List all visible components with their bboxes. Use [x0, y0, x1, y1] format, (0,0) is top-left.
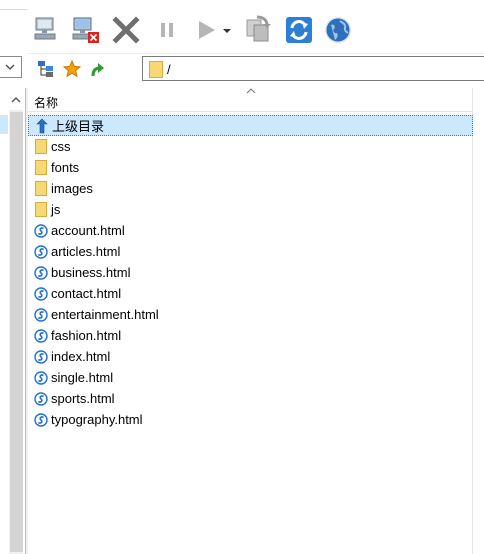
folder-icon	[149, 61, 163, 78]
toolbar	[28, 9, 484, 53]
address-bar: /	[28, 54, 484, 84]
connect-icon	[34, 17, 56, 40]
file-name: fashion.html	[51, 328, 122, 343]
disconnect-icon	[72, 17, 99, 43]
sort-ascending-icon	[246, 88, 256, 94]
file-name: js	[51, 202, 61, 217]
globe-icon	[325, 17, 351, 43]
pause-icon	[161, 23, 173, 37]
parent-directory-button[interactable]	[86, 58, 108, 80]
file-row[interactable]: sports.html	[28, 388, 473, 409]
play-button[interactable]	[190, 14, 222, 46]
file-rows: 上级目录 css fonts images js account.html articles…	[28, 115, 473, 430]
file-name: account.html	[51, 223, 125, 238]
play-icon	[199, 21, 215, 39]
left-selected-row[interactable]	[0, 115, 8, 134]
file-list: 名称 上级目录 css fonts images js account.html artic…	[28, 88, 484, 554]
parent-directory-row[interactable]: 上级目录	[28, 115, 473, 136]
connect-button[interactable]	[32, 14, 64, 46]
file-name: css	[51, 139, 71, 154]
html-file-icon	[34, 286, 48, 302]
file-name: business.html	[51, 265, 131, 280]
file-row[interactable]: fashion.html	[28, 325, 473, 346]
file-row[interactable]: account.html	[28, 220, 473, 241]
folder-row[interactable]: css	[28, 136, 473, 157]
column-header-name: 名称	[34, 96, 59, 110]
folder-row[interactable]: js	[28, 199, 473, 220]
html-file-icon	[34, 412, 48, 428]
folder-icon	[34, 160, 48, 176]
file-name: sports.html	[51, 391, 115, 406]
column-header[interactable]: 名称	[28, 88, 473, 112]
file-name: images	[51, 181, 93, 196]
refresh-button[interactable]	[283, 14, 315, 46]
file-row[interactable]: single.html	[28, 367, 473, 388]
file-row[interactable]: entertainment.html	[28, 304, 473, 325]
up-arrow-icon	[91, 63, 104, 77]
html-file-icon	[34, 223, 48, 239]
left-toolbar-divider	[0, 9, 27, 10]
path-text: /	[167, 62, 171, 77]
cancel-button[interactable]	[110, 14, 142, 46]
html-file-icon	[34, 265, 48, 281]
scroll-up-button[interactable]	[9, 93, 23, 107]
chevron-down-icon	[5, 64, 15, 70]
file-name: contact.html	[51, 286, 122, 301]
cancel-icon	[112, 16, 140, 44]
play-dropdown-button[interactable]	[221, 14, 233, 46]
file-name: single.html	[51, 370, 114, 385]
left-scrollbar-thumb[interactable]	[10, 112, 23, 552]
directory-tree-icon	[38, 61, 53, 77]
play-dropdown-icon	[223, 29, 231, 33]
html-file-icon	[34, 328, 48, 344]
file-name: articles.html	[51, 244, 121, 259]
path-input[interactable]: /	[142, 56, 484, 81]
folder-icon	[34, 202, 48, 218]
disconnect-button[interactable]	[70, 14, 102, 46]
html-file-icon	[34, 391, 48, 407]
file-name: entertainment.html	[51, 307, 159, 322]
directory-tree-button[interactable]	[35, 58, 57, 80]
web-button[interactable]	[322, 14, 354, 46]
file-row[interactable]: contact.html	[28, 283, 473, 304]
queue-icon	[246, 15, 271, 42]
file-name: 上级目录	[52, 119, 105, 134]
left-path-dropdown[interactable]	[0, 56, 22, 78]
chevron-up-icon	[11, 97, 21, 103]
refresh-icon	[286, 17, 312, 43]
file-name: typography.html	[51, 412, 143, 427]
html-file-icon	[34, 307, 48, 323]
folder-row[interactable]: fonts	[28, 157, 473, 178]
file-row[interactable]: business.html	[28, 262, 473, 283]
file-row[interactable]: typography.html	[28, 409, 473, 430]
parent-dir-icon	[35, 118, 49, 134]
file-name: fonts	[51, 160, 80, 175]
html-file-icon	[34, 370, 48, 386]
file-row[interactable]: articles.html	[28, 241, 473, 262]
folder-icon	[34, 181, 48, 197]
pause-button[interactable]	[151, 14, 183, 46]
bookmarks-button[interactable]	[61, 58, 83, 80]
file-name: index.html	[51, 349, 111, 364]
queue-button[interactable]	[242, 14, 274, 46]
file-row[interactable]: index.html	[28, 346, 473, 367]
html-file-icon	[34, 349, 48, 365]
folder-icon	[34, 139, 48, 155]
html-file-icon	[34, 244, 48, 260]
folder-row[interactable]: images	[28, 178, 473, 199]
star-icon	[63, 60, 81, 78]
